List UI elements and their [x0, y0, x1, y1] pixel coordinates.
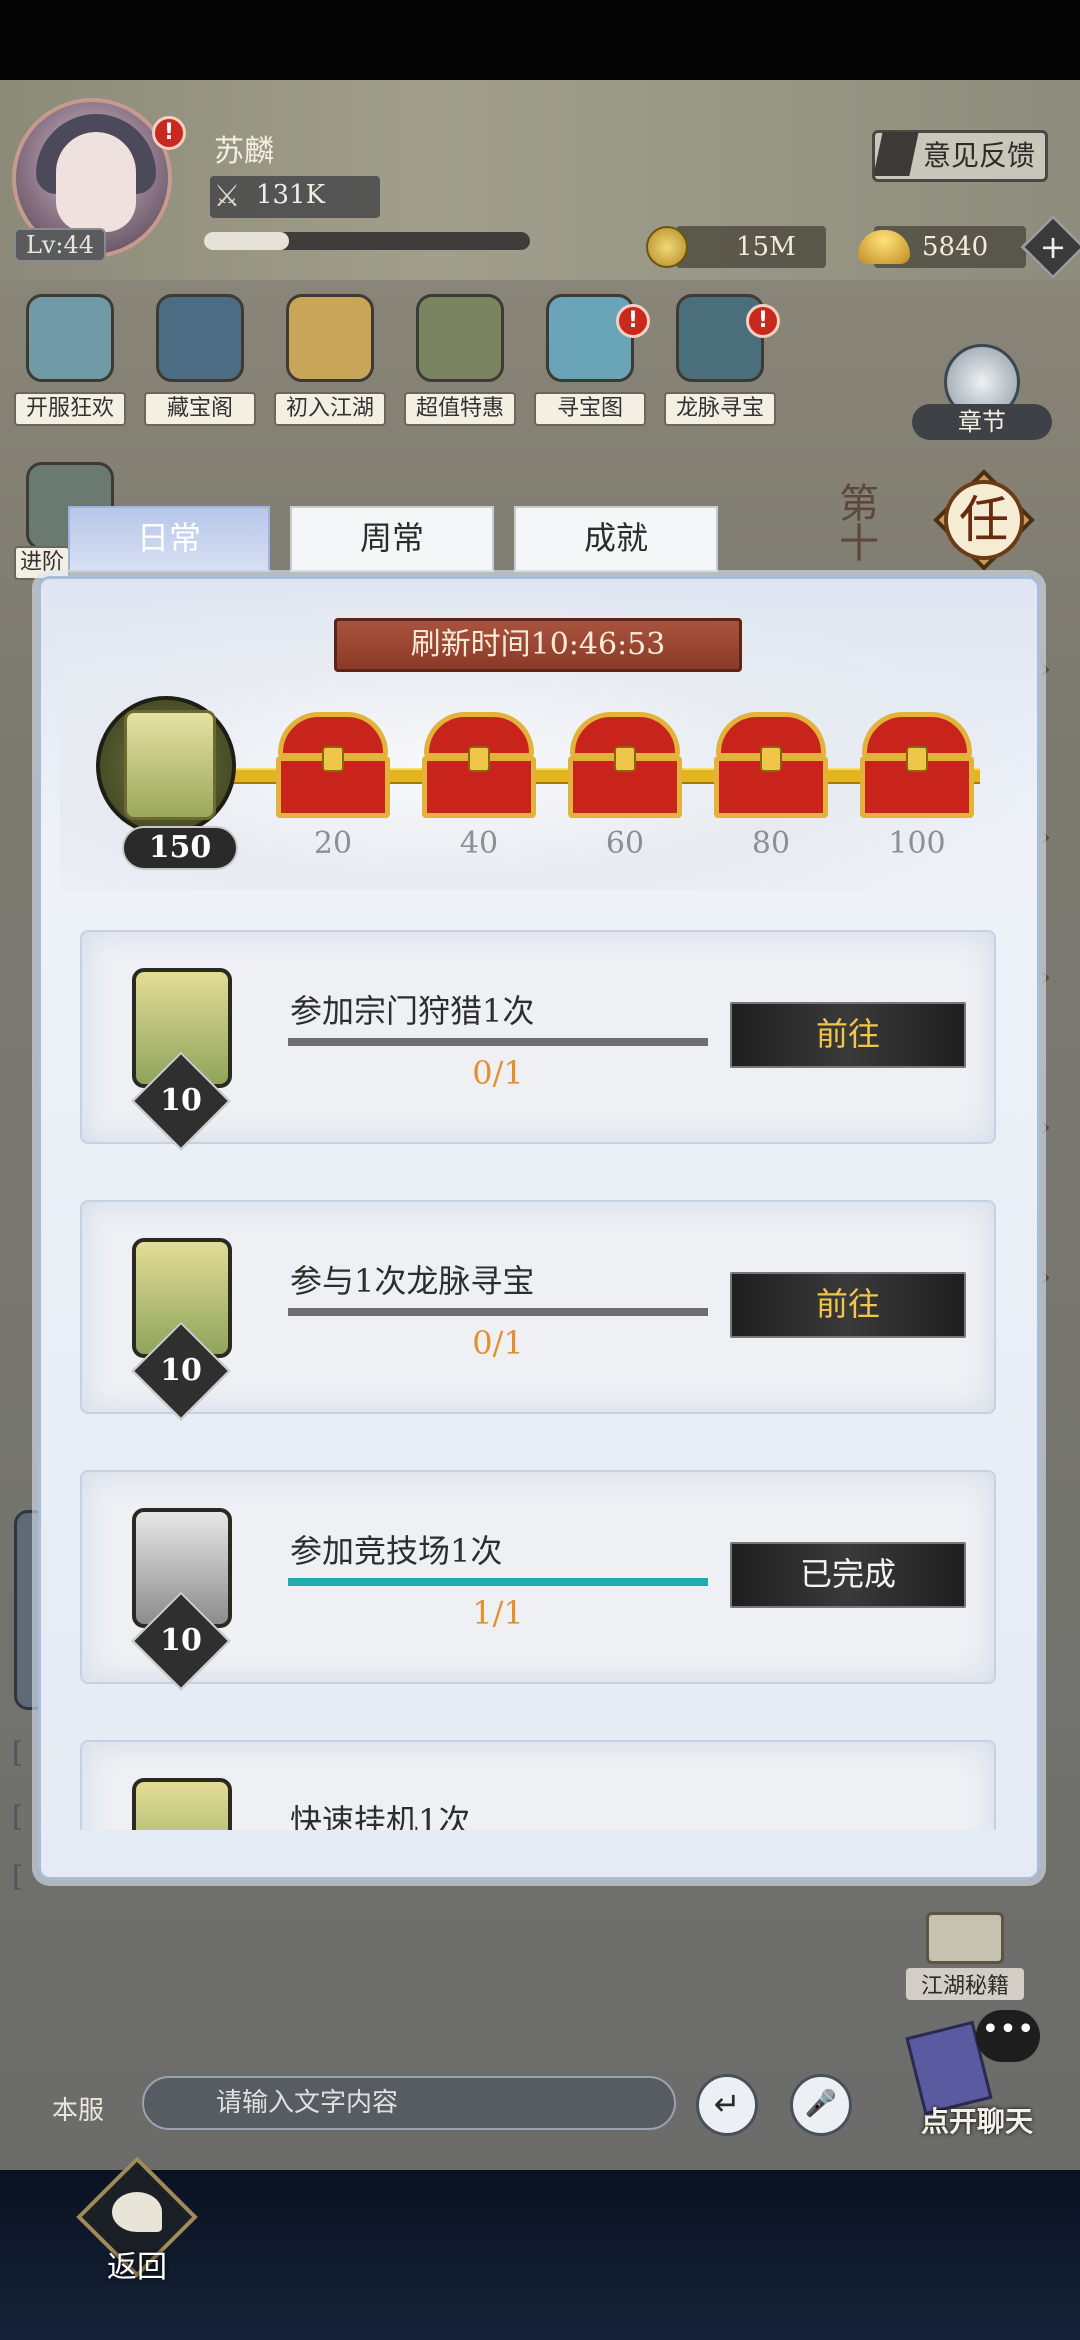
task-progress-bar: [288, 1578, 708, 1586]
task-title: 快速挂机1次: [290, 1802, 471, 1830]
enter-icon[interactable]: ↵: [696, 2074, 758, 2136]
task-card: 10 参加宗门狩猎1次 0/1 前往: [80, 930, 996, 1151]
seal-reward-icon: [132, 1778, 232, 1830]
mic-icon[interactable]: 🎤: [790, 2074, 852, 2136]
task-progress-count: 0/1: [472, 1054, 524, 1092]
martial-secret-label: 江湖秘籍: [906, 1968, 1024, 2000]
go-button[interactable]: 前往: [730, 1272, 966, 1338]
reward-amount: 10: [160, 1083, 202, 1118]
chat-channel-label[interactable]: 本服: [52, 2090, 104, 2127]
back-button[interactable]: 返回: [74, 2156, 200, 2290]
task-card: 10 参与1次龙脉寻宝 0/1 前往: [80, 1200, 996, 1421]
task-title: 参加宗门狩猎1次: [290, 992, 535, 1030]
task-progress-fill: [288, 1578, 708, 1586]
background-chat-line: [: [12, 1860, 23, 1893]
open-chat-button[interactable]: ••• 点开聊天: [902, 2010, 1052, 2140]
task-progress-bar: [288, 1308, 708, 1316]
reward-amount: 10: [160, 1623, 202, 1658]
chat-input[interactable]: [142, 2076, 676, 2130]
task-title: 参加竞技场1次: [290, 1532, 503, 1570]
go-button[interactable]: 前往: [730, 1002, 966, 1068]
open-chat-label: 点开聊天: [920, 2105, 1033, 2138]
task-progress-count: 0/1: [472, 1324, 524, 1362]
task-card: 快速挂机1次: [80, 1740, 996, 1830]
reward-amount: 10: [160, 1353, 202, 1388]
completed-button: 已完成: [730, 1542, 966, 1608]
task-title: 参与1次龙脉寻宝: [290, 1262, 535, 1300]
task-card: 10 参加竞技场1次 1/1 已完成: [80, 1470, 996, 1691]
back-label: 返回: [107, 2250, 167, 2285]
martial-secret-button[interactable]: 江湖秘籍: [906, 1908, 1024, 2004]
book-icon: [926, 1912, 1004, 1964]
task-progress-bar: [288, 1038, 708, 1046]
chat-bubble-icon: •••: [976, 2010, 1040, 2062]
task-progress-count: 1/1: [472, 1594, 524, 1632]
back-icon: [112, 2192, 162, 2232]
